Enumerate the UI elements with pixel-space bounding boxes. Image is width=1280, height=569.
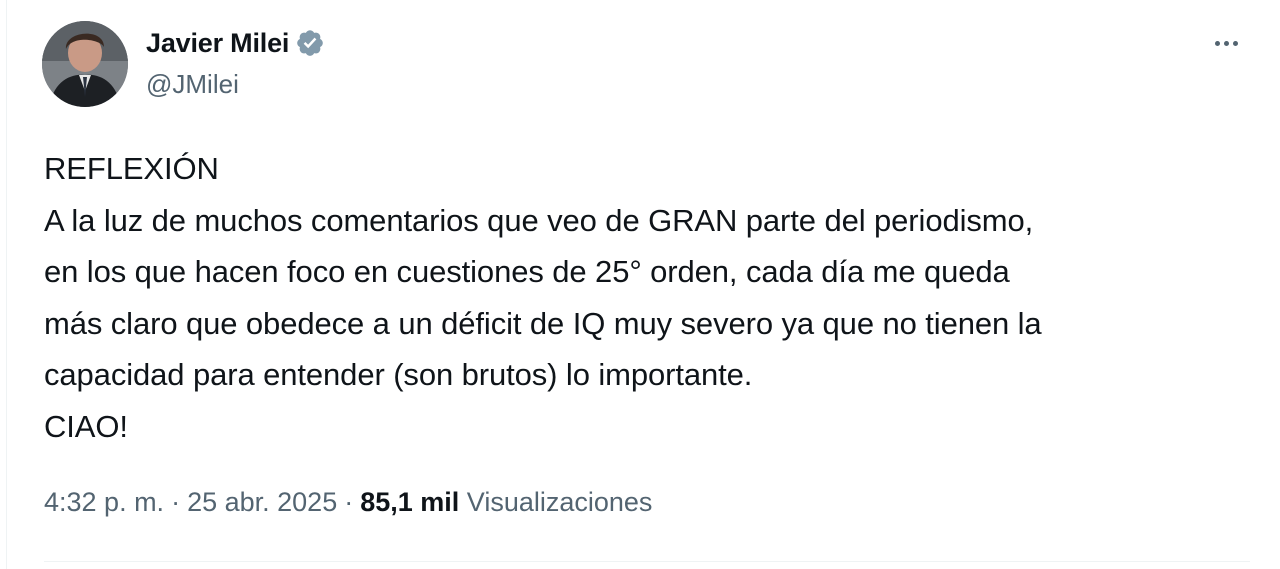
author-handle[interactable]: @JMilei xyxy=(146,69,239,100)
tweet-text: REFLEXIÓN A la luz de muchos comentarios… xyxy=(44,143,1254,452)
tweet-line: REFLEXIÓN xyxy=(44,151,219,186)
tweet-meta: 4:32 p. m. · 25 abr. 2025 · 85,1 mil Visuali… xyxy=(44,482,652,522)
verified-badge-icon[interactable] xyxy=(295,28,325,58)
author-name-row: Javier Milei xyxy=(146,25,325,61)
tweet-time[interactable]: 4:32 p. m. xyxy=(44,487,164,517)
tweet-line: CIAO! xyxy=(44,408,128,444)
views-count: 85,1 mil xyxy=(360,487,460,517)
views-label: Visualizaciones xyxy=(466,487,653,517)
meta-separator: · xyxy=(171,487,181,517)
bottom-divider xyxy=(44,561,1250,562)
more-dot xyxy=(1232,40,1238,46)
left-divider xyxy=(6,0,7,569)
tweet-line: A la luz de muchos comentarios que veo d… xyxy=(44,202,1034,238)
tweet-line: más claro que obedece a un déficit de IQ… xyxy=(44,305,1042,341)
avatar-photo xyxy=(42,21,128,107)
author-display-name[interactable]: Javier Milei xyxy=(146,28,289,59)
more-options-icon[interactable] xyxy=(1206,28,1246,58)
meta-separator: · xyxy=(344,487,354,517)
tweet-line: capacidad para entender (son brutos) lo … xyxy=(44,357,753,392)
tweet-card: Javier Milei @JMilei REFLEXIÓN A la luz … xyxy=(0,0,1280,569)
tweet-date[interactable]: 25 abr. 2025 xyxy=(187,487,337,517)
avatar[interactable] xyxy=(42,21,128,107)
more-dot xyxy=(1223,40,1229,46)
tweet-line: en los que hacen foco en cuestiones de 2… xyxy=(44,254,1010,289)
more-dot xyxy=(1214,40,1220,46)
